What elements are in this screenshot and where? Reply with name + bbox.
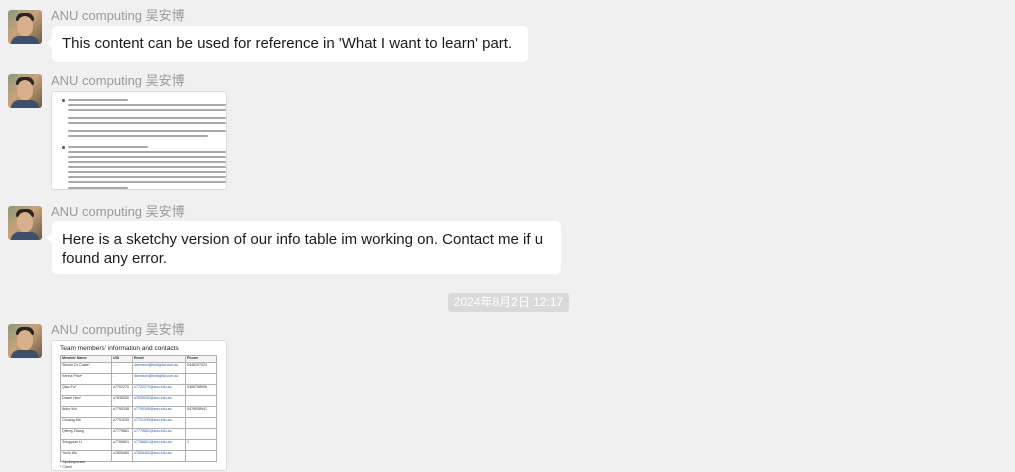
- table-cell: u7605460@anu.edu.au: [132, 450, 186, 462]
- table-image-thumbnail[interactable]: Team members' information and contacts M…: [51, 340, 227, 471]
- table-cell: [185, 373, 217, 385]
- table-cell: -: [111, 362, 133, 374]
- table-cell: dsemsen@tmdigital.com.au: [132, 362, 186, 374]
- table-row: Songyuan Li u7766801 u7766801@anu.edu.au…: [60, 439, 217, 451]
- table-footnote: * Client: [60, 465, 72, 469]
- table-image-title: Team members' information and contacts: [60, 345, 179, 352]
- table-row: Qifeng Zhang u7779881 u7779881@anu.edu.a…: [60, 428, 217, 440]
- table-cell: Songyuan Li: [60, 439, 112, 451]
- document-image-thumbnail[interactable]: [51, 91, 227, 190]
- table-cell: u7790348: [111, 406, 133, 418]
- table-cell: u7779881: [111, 428, 133, 440]
- table-row: Chuang Ma u7701039 u7701039@anu.edu.au: [60, 417, 217, 429]
- avatar[interactable]: [8, 74, 42, 108]
- avatar[interactable]: [8, 206, 42, 240]
- table-cell: u7701039@anu.edu.au: [132, 417, 186, 429]
- table-cell: [185, 395, 217, 407]
- column-header: Email: [132, 355, 186, 363]
- table-cell: Kenna Prior*: [60, 373, 112, 385]
- message-bubble[interactable]: This content can be used for reference i…: [47, 26, 528, 62]
- sender-name: ANU computing 吴安博: [51, 8, 185, 23]
- sender-name: ANU computing 吴安博: [51, 322, 185, 337]
- column-header: Member Name: [60, 355, 112, 363]
- table-cell: Chuang Ma: [60, 417, 112, 429]
- table-cell: [185, 450, 217, 462]
- team-contacts-table: Member Name UID Email Phone Steven Dr Co…: [60, 355, 217, 462]
- table-cell: u7605460: [111, 450, 133, 462]
- table-cell: [185, 417, 217, 429]
- table-footnote: * Spokesperson: [60, 460, 86, 464]
- avatar[interactable]: [8, 10, 42, 44]
- table-cell: u7702270@anu.edu.au: [132, 384, 186, 396]
- column-header: Phone: [185, 355, 217, 363]
- table-cell: 1: [185, 439, 217, 451]
- table-row: Kenna Prior* - dsemsen@tmdigital.com.au: [60, 373, 217, 385]
- table-row: Anbo Wu u7790348 u7790348@anu.edu.au 047…: [60, 406, 217, 418]
- table-cell: u7766801@anu.edu.au: [132, 439, 186, 451]
- timestamp: 2024年8月2日 12:17: [448, 293, 569, 312]
- table-row: Dawei Hao* u7635030 u7635030@anu.edu.au: [60, 395, 217, 407]
- table-cell: u7779881@anu.edu.au: [132, 428, 186, 440]
- table-cell: u7790348@anu.edu.au: [132, 406, 186, 418]
- avatar[interactable]: [8, 324, 42, 358]
- table-cell: Anbo Wu: [60, 406, 112, 418]
- table-cell: u7702270: [111, 384, 133, 396]
- table-cell: dsemsen@tmdigital.com.au: [132, 373, 186, 385]
- table-cell: [185, 428, 217, 440]
- sender-name: ANU computing 吴安博: [51, 73, 185, 88]
- table-row: Qiao Fu* u7702270 u7702270@anu.edu.au 04…: [60, 384, 217, 396]
- table-cell: u7701039: [111, 417, 133, 429]
- table-cell: Dawei Hao*: [60, 395, 112, 407]
- table-cell: u7635030: [111, 395, 133, 407]
- table-cell: Qifeng Zhang: [60, 428, 112, 440]
- column-header: UID: [111, 355, 133, 363]
- table-cell: u7635030@anu.edu.au: [132, 395, 186, 407]
- message-bubble[interactable]: Here is a sketchy version of our info ta…: [47, 221, 561, 274]
- sender-name: ANU computing 吴安博: [51, 204, 185, 219]
- table-cell: 0478938941: [185, 406, 217, 418]
- table-cell: 0448197023: [185, 362, 217, 374]
- table-cell: Steven Dr Costa*: [60, 362, 112, 374]
- table-cell: Qiao Fu*: [60, 384, 112, 396]
- table-cell: u7766801: [111, 439, 133, 451]
- table-cell: -: [111, 373, 133, 385]
- table-row: Steven Dr Costa* - dsemsen@tmdigital.com…: [60, 362, 217, 374]
- table-cell: 0466758996: [185, 384, 217, 396]
